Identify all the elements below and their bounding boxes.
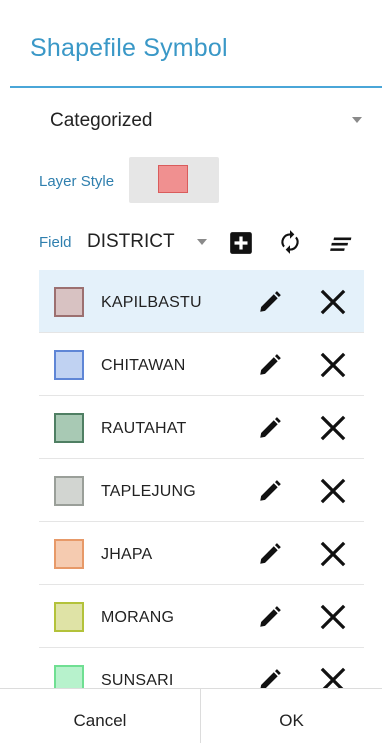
cancel-button[interactable]: Cancel xyxy=(0,689,200,743)
category-color-swatch[interactable] xyxy=(54,539,84,569)
close-icon[interactable] xyxy=(318,602,348,632)
category-list[interactable]: KAPILBASTU CHITAWAN RAUTAHAT TAPLEJUNG JHAPA… xyxy=(39,270,364,688)
pencil-icon[interactable] xyxy=(257,541,283,567)
category-color-swatch[interactable] xyxy=(54,602,84,632)
field-row: Field DISTRICT xyxy=(39,226,369,258)
close-icon[interactable] xyxy=(318,476,348,506)
pencil-icon[interactable] xyxy=(257,352,283,378)
category-color-swatch[interactable] xyxy=(54,413,84,443)
close-icon[interactable] xyxy=(318,350,348,380)
renderer-type-value: Categorized xyxy=(50,110,153,131)
category-row[interactable]: CHITAWAN xyxy=(39,333,364,396)
category-label: SUNSARI xyxy=(101,672,174,688)
category-label: RAUTAHAT xyxy=(101,420,187,437)
category-row[interactable]: RAUTAHAT xyxy=(39,396,364,459)
category-label: JHAPA xyxy=(101,546,153,563)
pencil-icon[interactable] xyxy=(257,289,283,315)
pencil-icon[interactable] xyxy=(257,478,283,504)
pencil-icon[interactable] xyxy=(257,604,283,630)
category-row[interactable]: MORANG xyxy=(39,585,364,648)
category-color-swatch[interactable] xyxy=(54,665,84,688)
pencil-icon[interactable] xyxy=(257,415,283,441)
field-dropdown-caret-icon[interactable] xyxy=(197,239,207,245)
dialog-title: Shapefile Symbol xyxy=(30,34,228,62)
category-color-swatch[interactable] xyxy=(54,476,84,506)
renderer-type-dropdown[interactable]: Categorized xyxy=(40,100,368,142)
field-label: Field xyxy=(39,234,72,251)
dialog-header: Shapefile Symbol xyxy=(0,0,382,88)
dropdown-caret-icon xyxy=(352,117,362,123)
pencil-icon[interactable] xyxy=(257,667,283,688)
plus-box-icon[interactable] xyxy=(228,230,254,256)
close-icon[interactable] xyxy=(318,539,348,569)
category-row[interactable]: SUNSARI xyxy=(39,648,364,688)
layer-style-button[interactable] xyxy=(129,157,219,203)
close-icon[interactable] xyxy=(318,413,348,443)
dialog-footer: Cancel OK xyxy=(0,688,382,743)
category-row[interactable]: JHAPA xyxy=(39,522,364,585)
category-color-swatch[interactable] xyxy=(54,287,84,317)
category-label: CHITAWAN xyxy=(101,357,186,374)
ok-button[interactable]: OK xyxy=(201,689,382,743)
header-divider xyxy=(10,86,382,88)
category-row[interactable]: KAPILBASTU xyxy=(39,270,364,333)
category-label: KAPILBASTU xyxy=(101,294,202,311)
refresh-icon[interactable] xyxy=(277,229,303,255)
close-icon[interactable] xyxy=(318,287,348,317)
category-color-swatch[interactable] xyxy=(54,350,84,380)
category-row[interactable]: TAPLEJUNG xyxy=(39,459,364,522)
layer-style-label: Layer Style xyxy=(39,173,115,190)
close-icon[interactable] xyxy=(318,665,348,688)
sort-lines-icon[interactable] xyxy=(330,231,356,257)
category-label: TAPLEJUNG xyxy=(101,483,196,500)
field-dropdown[interactable]: DISTRICT xyxy=(87,231,175,253)
category-label: MORANG xyxy=(101,609,175,626)
layer-style-color-swatch xyxy=(158,165,188,193)
